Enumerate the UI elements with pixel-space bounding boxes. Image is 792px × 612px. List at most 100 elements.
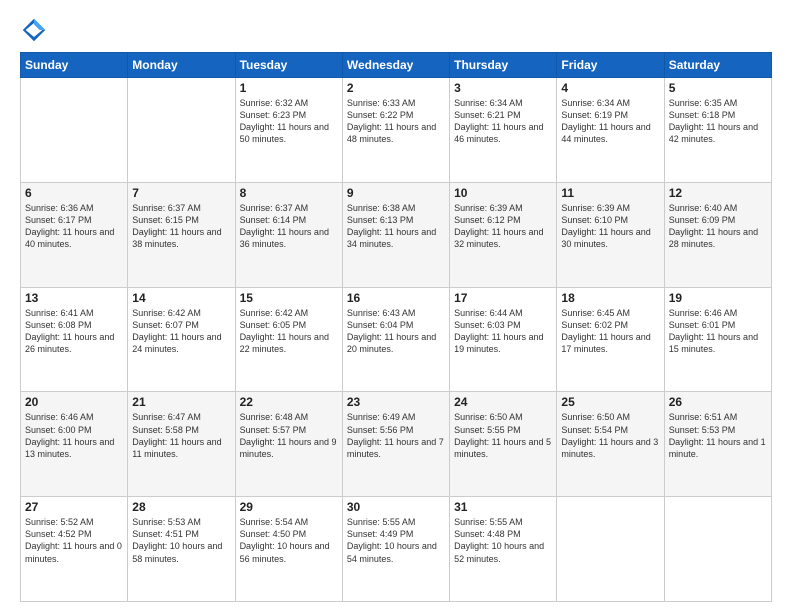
calendar-cell [128, 78, 235, 183]
day-info: Sunrise: 5:52 AM Sunset: 4:52 PM Dayligh… [25, 516, 123, 565]
calendar-cell: 12 Sunrise: 6:40 AM Sunset: 6:09 PM Dayli… [664, 182, 771, 287]
day-number: 15 [240, 291, 338, 305]
day-number: 22 [240, 395, 338, 409]
day-info: Sunrise: 6:39 AM Sunset: 6:10 PM Dayligh… [561, 202, 659, 251]
page: SundayMondayTuesdayWednesdayThursdayFrid… [0, 0, 792, 612]
day-number: 30 [347, 500, 445, 514]
day-info: Sunrise: 5:55 AM Sunset: 4:48 PM Dayligh… [454, 516, 552, 565]
day-info: Sunrise: 6:32 AM Sunset: 6:23 PM Dayligh… [240, 97, 338, 146]
calendar-table: SundayMondayTuesdayWednesdayThursdayFrid… [20, 52, 772, 602]
day-info: Sunrise: 6:40 AM Sunset: 6:09 PM Dayligh… [669, 202, 767, 251]
day-info: Sunrise: 6:37 AM Sunset: 6:14 PM Dayligh… [240, 202, 338, 251]
day-number: 7 [132, 186, 230, 200]
day-number: 9 [347, 186, 445, 200]
day-info: Sunrise: 6:35 AM Sunset: 6:18 PM Dayligh… [669, 97, 767, 146]
day-info: Sunrise: 6:46 AM Sunset: 6:00 PM Dayligh… [25, 411, 123, 460]
day-number: 21 [132, 395, 230, 409]
calendar-cell: 21 Sunrise: 6:47 AM Sunset: 5:58 PM Dayli… [128, 392, 235, 497]
day-info: Sunrise: 6:44 AM Sunset: 6:03 PM Dayligh… [454, 307, 552, 356]
calendar-cell: 25Sunrise: 6:50 AM Sunset: 5:54 PM Dayli… [557, 392, 664, 497]
calendar-cell: 15 Sunrise: 6:42 AM Sunset: 6:05 PM Dayli… [235, 287, 342, 392]
col-header-tuesday: Tuesday [235, 53, 342, 78]
day-number: 1 [240, 81, 338, 95]
week-row-1: 1 Sunrise: 6:32 AM Sunset: 6:23 PM Daylig… [21, 78, 772, 183]
logo-icon [20, 16, 48, 44]
day-info: Sunrise: 5:54 AM Sunset: 4:50 PM Dayligh… [240, 516, 338, 565]
col-header-wednesday: Wednesday [342, 53, 449, 78]
day-number: 13 [25, 291, 123, 305]
calendar-cell: 6 Sunrise: 6:36 AM Sunset: 6:17 PM Daylig… [21, 182, 128, 287]
calendar-cell: 10 Sunrise: 6:39 AM Sunset: 6:12 PM Dayli… [450, 182, 557, 287]
calendar-header-row: SundayMondayTuesdayWednesdayThursdayFrid… [21, 53, 772, 78]
calendar-cell: 16Sunrise: 6:43 AM Sunset: 6:04 PM Dayli… [342, 287, 449, 392]
calendar-cell: 13 Sunrise: 6:41 AM Sunset: 6:08 PM Dayli… [21, 287, 128, 392]
calendar-cell: 20Sunrise: 6:46 AM Sunset: 6:00 PM Dayli… [21, 392, 128, 497]
calendar-cell: 1 Sunrise: 6:32 AM Sunset: 6:23 PM Daylig… [235, 78, 342, 183]
day-info: Sunrise: 6:42 AM Sunset: 6:05 PM Dayligh… [240, 307, 338, 356]
calendar-cell: 4Sunrise: 6:34 AM Sunset: 6:19 PM Daylig… [557, 78, 664, 183]
day-info: Sunrise: 6:50 AM Sunset: 5:55 PM Dayligh… [454, 411, 552, 460]
day-info: Sunrise: 5:53 AM Sunset: 4:51 PM Dayligh… [132, 516, 230, 565]
day-info: Sunrise: 6:39 AM Sunset: 6:12 PM Dayligh… [454, 202, 552, 251]
day-number: 10 [454, 186, 552, 200]
col-header-sunday: Sunday [21, 53, 128, 78]
calendar-cell: 22Sunrise: 6:48 AM Sunset: 5:57 PM Dayli… [235, 392, 342, 497]
calendar-cell [664, 497, 771, 602]
day-number: 28 [132, 500, 230, 514]
calendar-cell: 29 Sunrise: 5:54 AM Sunset: 4:50 PM Dayli… [235, 497, 342, 602]
calendar-cell: 27 Sunrise: 5:52 AM Sunset: 4:52 PM Dayli… [21, 497, 128, 602]
calendar-cell [21, 78, 128, 183]
week-row-4: 20Sunrise: 6:46 AM Sunset: 6:00 PM Dayli… [21, 392, 772, 497]
calendar-cell [557, 497, 664, 602]
col-header-thursday: Thursday [450, 53, 557, 78]
day-info: Sunrise: 6:50 AM Sunset: 5:54 PM Dayligh… [561, 411, 659, 460]
day-number: 11 [561, 186, 659, 200]
col-header-monday: Monday [128, 53, 235, 78]
calendar-cell: 14 Sunrise: 6:42 AM Sunset: 6:07 PM Dayli… [128, 287, 235, 392]
calendar-cell: 17 Sunrise: 6:44 AM Sunset: 6:03 PM Dayli… [450, 287, 557, 392]
week-row-2: 6 Sunrise: 6:36 AM Sunset: 6:17 PM Daylig… [21, 182, 772, 287]
calendar-cell: 11 Sunrise: 6:39 AM Sunset: 6:10 PM Dayli… [557, 182, 664, 287]
header [20, 16, 772, 44]
calendar-cell: 9 Sunrise: 6:38 AM Sunset: 6:13 PM Daylig… [342, 182, 449, 287]
day-info: Sunrise: 6:46 AM Sunset: 6:01 PM Dayligh… [669, 307, 767, 356]
logo [20, 16, 52, 44]
calendar-cell: 3 Sunrise: 6:34 AM Sunset: 6:21 PM Daylig… [450, 78, 557, 183]
day-info: Sunrise: 6:49 AM Sunset: 5:56 PM Dayligh… [347, 411, 445, 460]
day-number: 8 [240, 186, 338, 200]
day-info: Sunrise: 6:34 AM Sunset: 6:21 PM Dayligh… [454, 97, 552, 146]
day-number: 14 [132, 291, 230, 305]
day-info: Sunrise: 6:36 AM Sunset: 6:17 PM Dayligh… [25, 202, 123, 251]
day-number: 26 [669, 395, 767, 409]
col-header-saturday: Saturday [664, 53, 771, 78]
calendar-cell: 18 Sunrise: 6:45 AM Sunset: 6:02 PM Dayli… [557, 287, 664, 392]
day-number: 12 [669, 186, 767, 200]
calendar-cell: 7Sunrise: 6:37 AM Sunset: 6:15 PM Daylig… [128, 182, 235, 287]
day-info: Sunrise: 6:43 AM Sunset: 6:04 PM Dayligh… [347, 307, 445, 356]
day-number: 31 [454, 500, 552, 514]
day-number: 24 [454, 395, 552, 409]
day-number: 3 [454, 81, 552, 95]
day-info: Sunrise: 6:38 AM Sunset: 6:13 PM Dayligh… [347, 202, 445, 251]
day-info: Sunrise: 6:45 AM Sunset: 6:02 PM Dayligh… [561, 307, 659, 356]
day-number: 18 [561, 291, 659, 305]
day-number: 6 [25, 186, 123, 200]
day-info: Sunrise: 6:41 AM Sunset: 6:08 PM Dayligh… [25, 307, 123, 356]
week-row-3: 13 Sunrise: 6:41 AM Sunset: 6:08 PM Dayli… [21, 287, 772, 392]
col-header-friday: Friday [557, 53, 664, 78]
calendar-cell: 8 Sunrise: 6:37 AM Sunset: 6:14 PM Daylig… [235, 182, 342, 287]
day-number: 17 [454, 291, 552, 305]
calendar-cell: 2Sunrise: 6:33 AM Sunset: 6:22 PM Daylig… [342, 78, 449, 183]
day-info: Sunrise: 6:42 AM Sunset: 6:07 PM Dayligh… [132, 307, 230, 356]
calendar-cell: 30 Sunrise: 5:55 AM Sunset: 4:49 PM Dayli… [342, 497, 449, 602]
day-info: Sunrise: 6:47 AM Sunset: 5:58 PM Dayligh… [132, 411, 230, 460]
day-info: Sunrise: 6:51 AM Sunset: 5:53 PM Dayligh… [669, 411, 767, 460]
day-info: Sunrise: 5:55 AM Sunset: 4:49 PM Dayligh… [347, 516, 445, 565]
day-number: 27 [25, 500, 123, 514]
day-number: 29 [240, 500, 338, 514]
day-info: Sunrise: 6:34 AM Sunset: 6:19 PM Dayligh… [561, 97, 659, 146]
calendar-cell: 23Sunrise: 6:49 AM Sunset: 5:56 PM Dayli… [342, 392, 449, 497]
calendar-cell: 5Sunrise: 6:35 AM Sunset: 6:18 PM Daylig… [664, 78, 771, 183]
calendar-cell: 24 Sunrise: 6:50 AM Sunset: 5:55 PM Dayli… [450, 392, 557, 497]
day-info: Sunrise: 6:33 AM Sunset: 6:22 PM Dayligh… [347, 97, 445, 146]
